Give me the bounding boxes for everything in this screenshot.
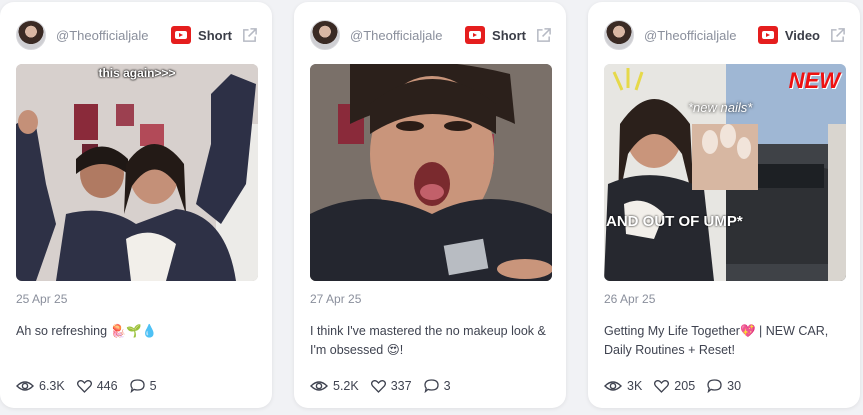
channel-handle[interactable]: @Theofficialjale (644, 28, 736, 43)
views-count: 3K (627, 379, 643, 393)
engagement-stats: 3K 205 30 (604, 379, 753, 393)
likes-stat: 337 (370, 379, 412, 393)
avatar (604, 20, 634, 50)
eye-icon (16, 381, 34, 391)
comments-count: 5 (149, 379, 157, 393)
youtube-icon (757, 26, 778, 44)
external-link-icon[interactable] (241, 27, 258, 44)
video-card[interactable]: @Theofficialjale Video NEW *new nails* A… (588, 2, 860, 408)
heart-icon (76, 379, 92, 393)
content-type-label: Video (784, 27, 820, 43)
video-thumbnail[interactable]: this again>>> (16, 64, 258, 281)
card-header: @Theofficialjale Short (16, 20, 258, 50)
comments-count: 3 (443, 379, 451, 393)
video-thumbnail[interactable] (310, 64, 552, 281)
heart-icon (370, 379, 386, 393)
external-link-icon[interactable] (829, 27, 846, 44)
video-card[interactable]: @Theofficialjale Short 27 Apr 25 I think (294, 2, 566, 408)
heart-icon (654, 379, 670, 393)
publish-date: 27 Apr 25 (310, 292, 362, 306)
video-title[interactable]: I think I've mastered the no makeup look… (310, 322, 552, 360)
video-title[interactable]: Ah so refreshing 🪼🌱💧 (16, 322, 258, 341)
likes-count: 205 (674, 379, 696, 393)
eye-icon (604, 381, 622, 391)
comment-icon (129, 379, 145, 393)
thumbnail-new-badge: NEW (788, 68, 840, 93)
likes-count: 446 (96, 379, 118, 393)
youtube-icon (171, 26, 192, 44)
avatar (16, 20, 46, 50)
video-title[interactable]: Getting My Life Together💖 | NEW CAR, Dai… (604, 322, 846, 360)
comment-icon (707, 379, 722, 393)
thumbnail-caption: *new nails* (688, 100, 753, 115)
publish-date: 25 Apr 25 (16, 292, 68, 306)
eye-icon (310, 381, 328, 391)
engagement-stats: 5.2K 337 3 (310, 379, 463, 393)
content-type-label: Short (198, 27, 232, 43)
thumbnail-caption: AND OUT OF UMP* (606, 213, 743, 230)
views-count: 5.2K (333, 379, 359, 393)
comments-stat: 30 (707, 379, 741, 393)
channel-handle[interactable]: @Theofficialjale (350, 28, 442, 43)
thumbnail-image (604, 64, 846, 281)
thumbnail-image (310, 64, 552, 281)
channel-handle[interactable]: @Theofficialjale (56, 28, 148, 43)
avatar (310, 20, 340, 50)
views-stat: 6.3K (16, 379, 65, 393)
content-type-label: Short (492, 27, 526, 43)
engagement-stats: 6.3K 446 5 (16, 379, 169, 393)
views-stat: 5.2K (310, 379, 359, 393)
publish-date: 26 Apr 25 (604, 292, 656, 306)
video-thumbnail[interactable]: NEW *new nails* AND OUT OF UMP* (604, 64, 846, 281)
external-link-icon[interactable] (535, 27, 552, 44)
video-card[interactable]: @Theofficialjale Short this again>>> 25 … (0, 2, 272, 408)
thumbnail-image (16, 64, 258, 281)
comments-count: 30 (727, 379, 742, 393)
card-header: @Theofficialjale Video (604, 20, 846, 50)
thumbnail-caption: this again>>> (98, 66, 176, 80)
comments-stat: 3 (423, 379, 451, 393)
likes-stat: 205 (654, 379, 695, 393)
likes-count: 337 (390, 379, 412, 393)
card-header: @Theofficialjale Short (310, 20, 552, 50)
comments-stat: 5 (129, 379, 157, 393)
likes-stat: 446 (76, 379, 118, 393)
views-stat: 3K (604, 379, 642, 393)
youtube-icon (465, 26, 486, 44)
comment-icon (423, 379, 439, 393)
views-count: 6.3K (39, 379, 65, 393)
